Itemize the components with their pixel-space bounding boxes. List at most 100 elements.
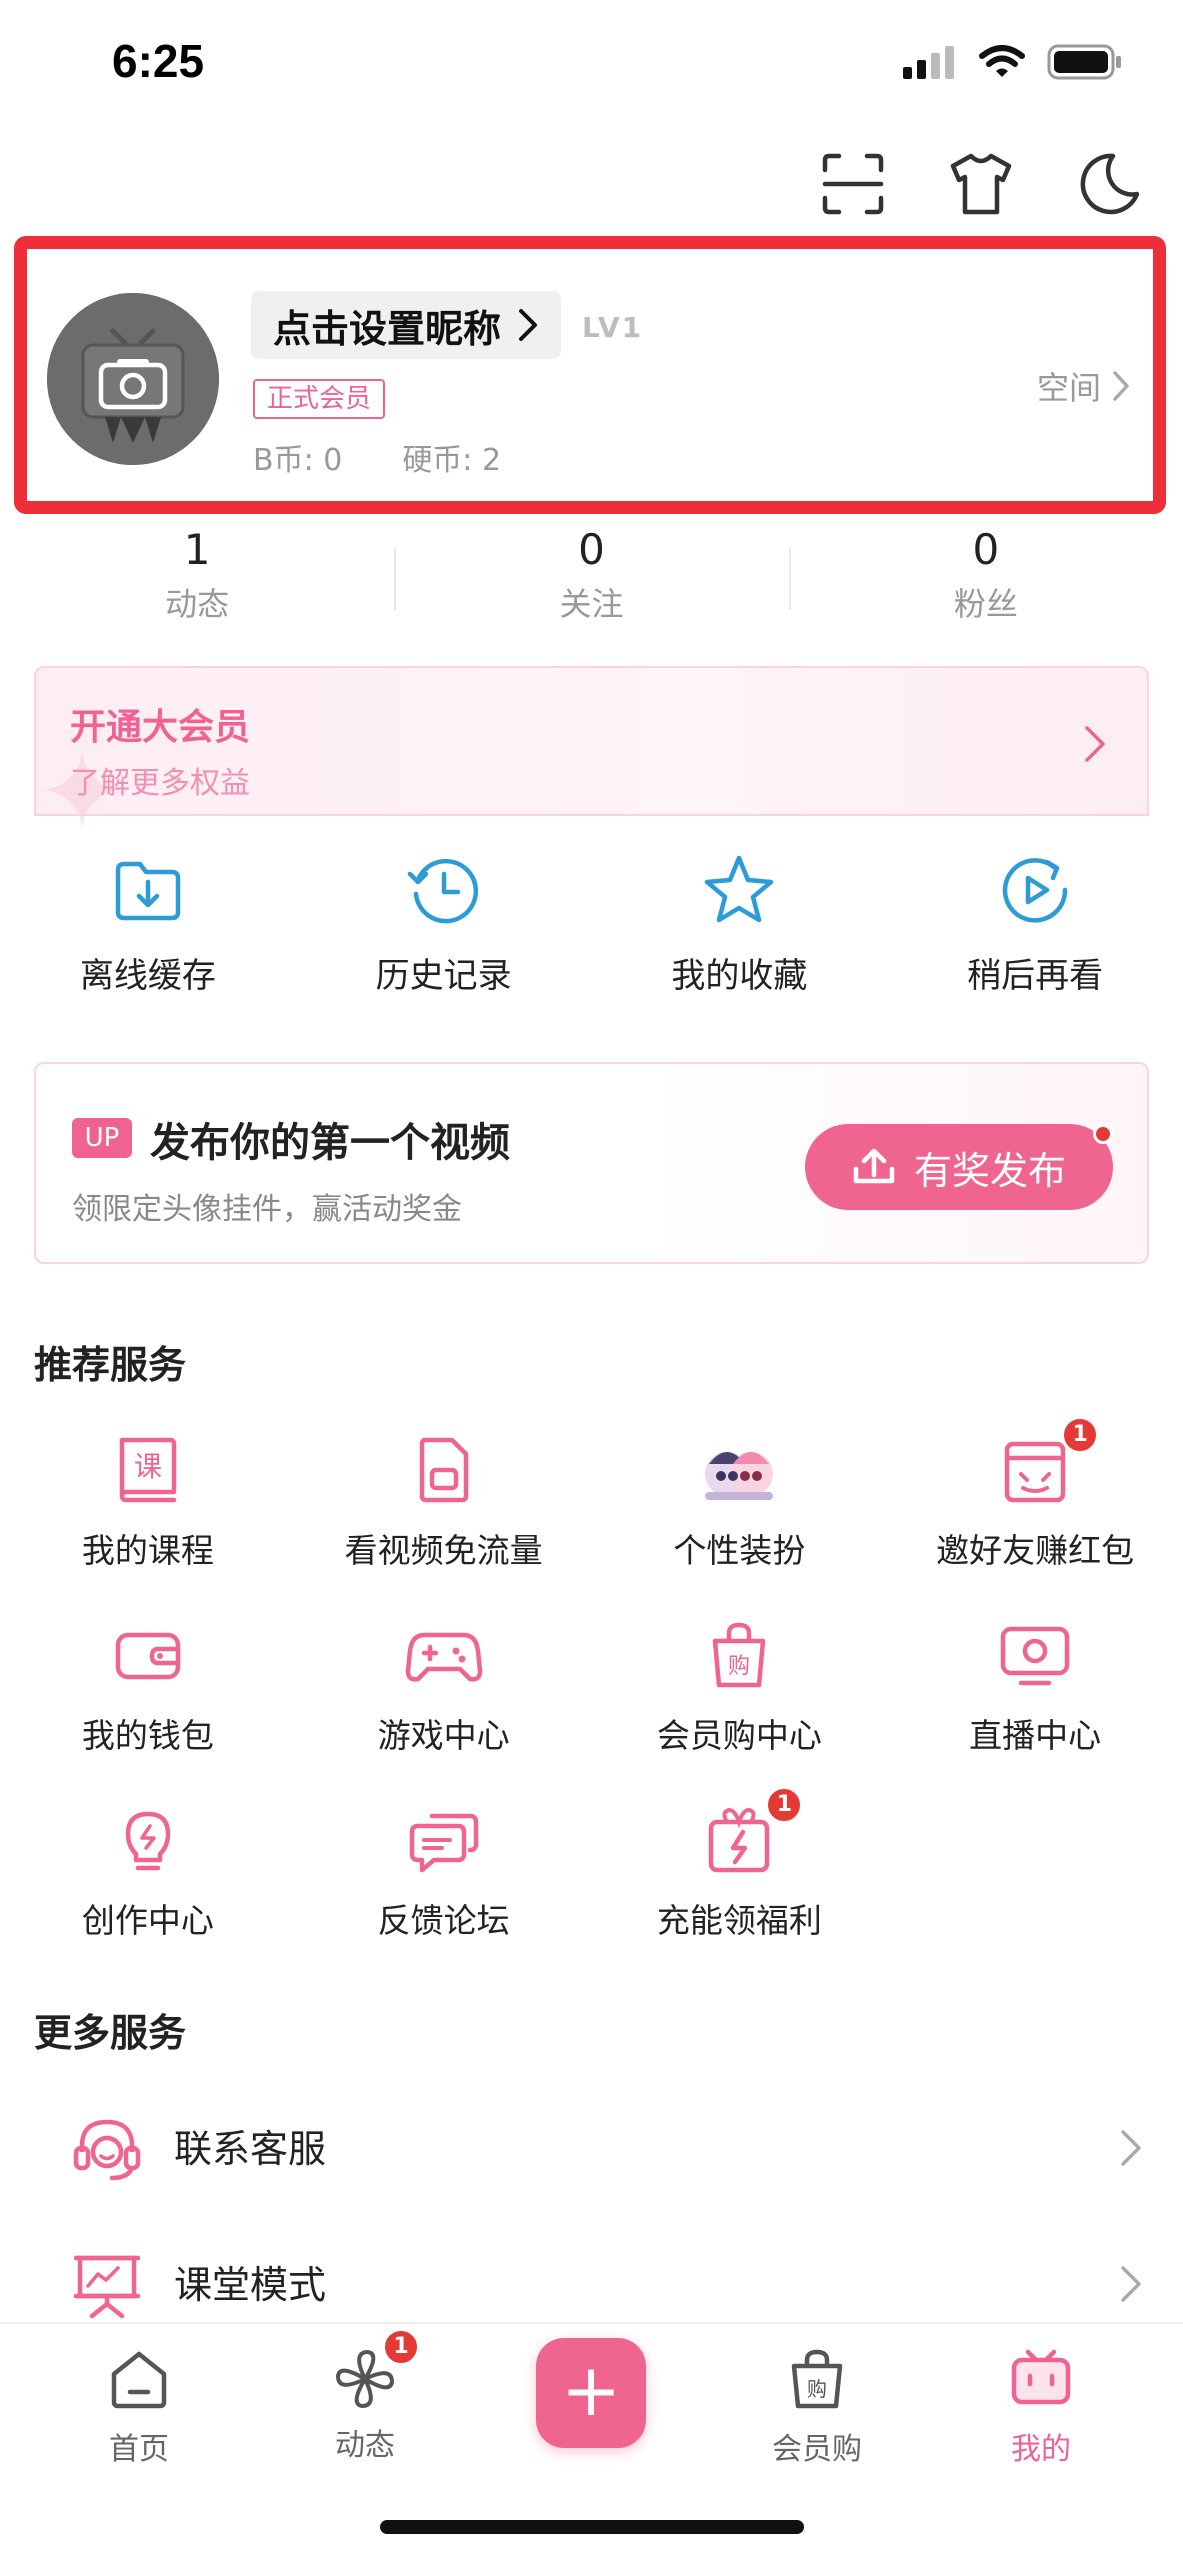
scan-icon[interactable] <box>819 150 887 218</box>
tab-label: 动态 <box>335 2428 395 2463</box>
game-center-item[interactable]: 游戏中心 <box>296 1615 592 1800</box>
course-book-icon: 课 <box>119 1437 177 1503</box>
recommended-services-grid: 课 我的课程 看视频免流量 个性装扮 1 邀好友赚红包 我的钱包 游戏中心 购 … <box>0 1416 1183 1985</box>
vip-banner-title: 开通大会员 <box>70 707 251 748</box>
member-shop-center-item[interactable]: 购 会员购中心 <box>592 1615 888 1800</box>
nickname-text: 点击设置昵称 <box>273 306 502 351</box>
quick-action-label: 我的收藏 <box>671 956 808 996</box>
shopping-bag-icon: 购 <box>791 2349 843 2409</box>
level-badge: LV1 <box>582 311 644 344</box>
quick-action-label: 历史记录 <box>375 956 512 996</box>
svg-text:课: 课 <box>134 1450 162 1483</box>
offline-cache-button[interactable]: 离线缓存 <box>0 850 296 997</box>
set-nickname-button[interactable]: 点击设置昵称 <box>251 291 562 359</box>
invite-friends-item[interactable]: 1 邀好友赚红包 <box>887 1416 1183 1615</box>
vip-banner-subtitle: 了解更多权益 <box>70 766 250 801</box>
watch-later-icon <box>1002 858 1068 923</box>
home-icon <box>111 2351 167 2409</box>
history-button[interactable]: 历史记录 <box>296 850 592 997</box>
tab-mine[interactable]: 我的 <box>966 2346 1116 2468</box>
service-label: 游戏中心 <box>377 1716 510 1755</box>
vip-status-tag: 正式会员 <box>253 379 386 419</box>
night-mode-moon-icon[interactable] <box>1075 150 1143 218</box>
favorites-button[interactable]: 我的收藏 <box>592 850 888 997</box>
tab-dynamics[interactable]: 1 动态 <box>290 2328 440 2464</box>
quick-action-label: 稍后再看 <box>967 956 1104 996</box>
live-tv-icon <box>1000 1626 1070 1686</box>
my-wallet-item[interactable]: 我的钱包 <box>0 1615 296 1800</box>
status-bar: 6:25 <box>0 0 1183 130</box>
stat-followers[interactable]: 0 粉丝 <box>788 520 1183 640</box>
service-label: 个性装扮 <box>673 1531 806 1570</box>
shopping-bag-icon: 购 <box>713 1622 766 1688</box>
status-icons <box>901 44 1123 80</box>
service-label: 邀好友赚红包 <box>936 1531 1135 1570</box>
stat-value: 0 <box>972 525 1000 574</box>
cellular-signal-icon <box>903 46 954 79</box>
chevron-right-icon <box>1085 726 1105 762</box>
battery-icon <box>1047 44 1121 80</box>
notification-dot <box>1093 1124 1113 1144</box>
upload-icon <box>853 1148 895 1184</box>
classroom-board-icon <box>73 2255 141 2319</box>
tshirt-icon[interactable] <box>947 150 1015 218</box>
stat-dynamics[interactable]: 1 动态 <box>0 520 394 640</box>
tab-label: 首页 <box>109 2432 169 2467</box>
chevron-right-icon <box>1121 2266 1141 2302</box>
notification-badge: 1 <box>1061 1416 1100 1454</box>
publish-button-label: 有奖发布 <box>913 1148 1066 1193</box>
tab-label: 我的 <box>1011 2432 1071 2467</box>
creator-center-item[interactable]: 创作中心 <box>0 1800 296 1985</box>
service-label: 创作中心 <box>81 1901 214 1940</box>
avatar[interactable] <box>47 293 219 465</box>
upload-first-video-card[interactable]: UP 发布你的第一个视频 领限定头像挂件，赢活动奖金 有奖发布 <box>34 1062 1149 1264</box>
contact-support-item[interactable]: 联系客服 <box>0 2080 1183 2210</box>
my-courses-item[interactable]: 课 我的课程 <box>0 1430 296 1615</box>
stat-label: 动态 <box>165 585 230 623</box>
tab-label: 会员购 <box>772 2432 862 2467</box>
free-data-item[interactable]: 看视频免流量 <box>296 1430 592 1615</box>
stat-following[interactable]: 0 关注 <box>394 520 788 640</box>
notification-badge: 1 <box>765 1786 804 1824</box>
recommended-services-title: 推荐服务 <box>34 1343 187 1387</box>
star-icon <box>705 855 774 923</box>
wifi-icon <box>979 45 1025 77</box>
tv-icon <box>1011 2349 1071 2405</box>
avatar-decoration-icon <box>705 1452 774 1500</box>
quick-actions: 离线缓存 历史记录 我的收藏 稍后再看 <box>0 850 1183 997</box>
watch-later-button[interactable]: 稍后再看 <box>887 850 1183 997</box>
vip-banner[interactable]: ✦ 开通大会员 了解更多权益 <box>34 666 1149 856</box>
publish-button[interactable]: 有奖发布 <box>805 1124 1113 1210</box>
stat-value: 0 <box>578 525 605 574</box>
coin-balance: B币: 0 硬币: 2 <box>253 435 501 479</box>
feedback-forum-item[interactable]: 反馈论坛 <box>296 1800 592 1985</box>
stat-label: 粉丝 <box>953 585 1018 623</box>
chevron-right-icon <box>1113 371 1129 401</box>
service-label: 会员购中心 <box>656 1716 822 1755</box>
status-time: 6:25 <box>112 35 205 87</box>
up-badge: UP <box>72 1118 132 1158</box>
chevron-right-icon <box>519 309 538 341</box>
create-plus-button[interactable]: + <box>536 2338 646 2448</box>
personal-decoration-item[interactable]: 个性装扮 <box>592 1430 888 1615</box>
camera-icon <box>47 293 219 465</box>
gamepad-icon <box>405 1632 482 1682</box>
svg-text:购: 购 <box>728 1654 750 1679</box>
service-label: 我的课程 <box>81 1531 214 1570</box>
service-label: 充能领福利 <box>656 1901 822 1940</box>
tab-home[interactable]: 首页 <box>64 2346 214 2468</box>
space-link[interactable]: 空间 <box>1037 363 1131 409</box>
home-indicator[interactable] <box>380 2520 804 2534</box>
service-label: 我的钱包 <box>81 1716 214 1755</box>
notification-badge: 1 <box>382 2328 420 2366</box>
list-item-label: 联系客服 <box>174 2127 327 2171</box>
charge-welfare-item[interactable]: 1 充能领福利 <box>592 1786 888 1985</box>
quick-action-label: 离线缓存 <box>79 956 216 996</box>
sim-card-icon <box>419 1437 468 1503</box>
tab-member-shop[interactable]: 购 会员购 <box>742 2346 892 2468</box>
profile-card[interactable]: 点击设置昵称 LV1 正式会员 B币: 0 硬币: 2 空间 <box>14 236 1166 514</box>
profile-stats: 1 动态 0 关注 0 粉丝 <box>0 520 1183 640</box>
service-label: 看视频免流量 <box>344 1531 543 1570</box>
list-item-label: 课堂模式 <box>174 2263 327 2307</box>
live-center-item[interactable]: 直播中心 <box>887 1615 1183 1800</box>
